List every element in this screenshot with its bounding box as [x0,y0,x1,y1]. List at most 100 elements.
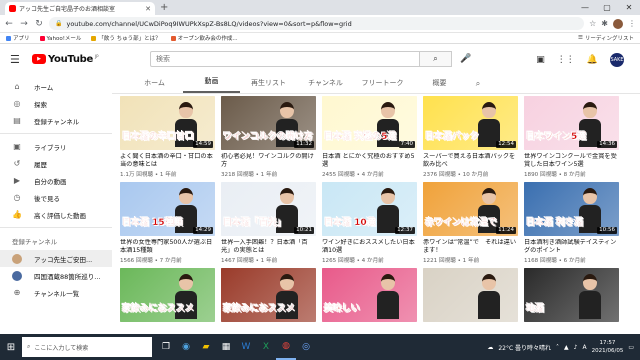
sidebar-item-history[interactable]: ↺ 履歴 [0,155,112,172]
reload-icon[interactable]: ↻ [34,19,44,29]
clock[interactable]: 17:57 2021/06/05 [592,339,624,355]
weather-text[interactable]: 22°C 曇り時々晴れ [498,343,551,352]
store-icon[interactable]: ▦ [216,334,236,360]
taskbar-search[interactable]: ⌕ ここに入力して検索 [22,337,152,357]
tab-channels[interactable]: チャンネル [297,78,354,93]
video-thumbnail[interactable]: 日本酒 15種類 14:29 [120,182,215,236]
video-title[interactable]: 世界一入手困難！？日本酒「百光」の実態とは [221,239,316,255]
video-thumbnail[interactable]: 日本酒パック 12:54 [423,96,518,150]
task-view-icon[interactable]: ❐ [156,334,176,360]
video-card[interactable]: ワインコルクの開け方 11:32 初心者必見！ワインコルクの開け方 3218 回視聴 … [221,96,316,178]
weather-icon[interactable]: ☁ [487,344,493,351]
video-card[interactable] [423,268,518,322]
youtube-logo[interactable]: ▶ YouTube JP [32,54,99,65]
lock-icon[interactable]: 🔒 [55,20,62,27]
maximize-icon[interactable]: ▢ [596,0,618,15]
video-card[interactable]: 日本酒 15種類 14:29 世界の女性専門家500人が選ぶ日本酒15種類 1566 … [120,182,215,264]
video-card[interactable]: 家飲みにおススメ [221,268,316,322]
reading-list[interactable]: ☰ リーディングリスト [578,34,634,42]
video-card[interactable]: 日本酒 利き酒 10:56 日本酒利き酒師試験テイスティングのポイント 1168 回視… [524,182,619,264]
new-tab-icon[interactable]: + [160,2,168,13]
tab-videos[interactable]: 動画 [183,76,240,93]
video-title[interactable]: 世界ワインコンクールで金賞を受賞した日本ワイン5選 [524,153,619,169]
forward-icon[interactable]: → [19,19,29,29]
bookmark-drink[interactable]: 「飲う ちゅう部」とは？ [91,34,161,42]
account-avatar[interactable]: SAKE [610,53,624,67]
sidebar-item-watch-later[interactable]: ◷ 後で見る [0,189,112,206]
close-tab-icon[interactable]: ✕ [145,5,151,13]
zoom-icon[interactable]: ◎ [296,334,316,360]
video-card[interactable]: 日本酒 究極の5選 7:40 日本酒 とにかく究極のおすすめ5選 2455 回視聴 •… [322,96,417,178]
notifications-bell-icon[interactable]: 🔔 [587,55,598,65]
video-card[interactable]: 地酒 [524,268,619,322]
search-icon[interactable]: ⌕ [420,51,452,67]
apps-grid-icon[interactable]: ⋮⋮ [557,55,575,65]
hamburger-menu-icon[interactable]: ☰ [10,53,26,66]
video-thumbnail[interactable]: 赤ワインは常温で 11:24 [423,182,518,236]
video-card[interactable]: 日本ワイン5選 14:36 世界ワインコンクールで金賞を受賞した日本ワイン5選 189… [524,96,619,178]
sidebar-item-liked[interactable]: 👍 高く評価した動画 [0,206,112,223]
video-thumbnail[interactable]: 日本酒「百光」 10:21 [221,182,316,236]
sidebar-item-channel-list[interactable]: ⊕ チャンネル一覧 [0,284,112,301]
tab-about[interactable]: 概要 [411,78,468,93]
browser-tab[interactable]: アッコ先生ご自宅晶子のお酒相談室 ✕ [5,2,155,15]
chrome-icon[interactable]: ◍ [276,334,296,360]
video-thumbnail[interactable]: 美味しい [322,268,417,322]
back-icon[interactable]: ← [4,19,14,29]
word-icon[interactable]: W [236,334,256,360]
sidebar-item-library[interactable]: ▣ ライブラリ [0,138,112,155]
volume-icon[interactable]: ♪ [574,344,578,351]
ime-icon[interactable]: A [583,344,587,351]
edge-icon[interactable]: ◉ [176,334,196,360]
video-title[interactable]: スーパーで買える日本酒パックを飲み比べ [423,153,518,169]
video-title[interactable]: 日本酒 とにかく究極のおすすめ5選 [322,153,417,169]
video-thumbnail[interactable]: 家飲みにおススメ [221,268,316,322]
sidebar-item-my-videos[interactable]: ▶ 自分の動画 [0,172,112,189]
video-card[interactable]: 赤ワインは常温で 11:24 赤ワインは”常温”で それは違います！ 1221 回視聴… [423,182,518,264]
video-thumbnail[interactable] [423,268,518,322]
sidebar-channel-shikoku[interactable]: 四国酒蔵88箇所巡り... [0,267,112,284]
bookmark-apps[interactable]: アプリ [6,34,30,42]
video-title[interactable]: 赤ワインは”常温”で それは違います！ [423,239,518,255]
menu-dots-icon[interactable]: ⋮ [628,19,636,28]
sidebar-item-explore[interactable]: ◎ 探索 [0,95,112,112]
video-card[interactable]: 日本酒の辛口甘口 14:59 よく聞く日本酒の辛口・甘口の本当の意味とは 1.1万 回… [120,96,215,178]
close-window-icon[interactable]: ✕ [618,0,640,15]
microphone-icon[interactable]: 🎤 [460,54,471,64]
video-card[interactable]: 日本酒パック 12:54 スーパーで買える日本酒パックを飲み比べ 2376 回視聴 •… [423,96,518,178]
video-thumbnail[interactable]: 地酒 [524,268,619,322]
create-video-icon[interactable]: ▣ [536,55,545,65]
video-thumbnail[interactable]: 日本酒 利き酒 10:56 [524,182,619,236]
video-title[interactable]: 日本酒利き酒師試験テイスティングのポイント [524,239,619,255]
sidebar-item-subscriptions[interactable]: ▤ 登録チャンネル [0,112,112,129]
profile-avatar[interactable] [613,18,623,29]
video-card[interactable]: 美味しい [322,268,417,322]
sidebar-item-home[interactable]: ⌂ ホーム [0,78,112,95]
minimize-icon[interactable]: — [574,0,596,15]
network-icon[interactable]: ▲ [564,344,569,351]
video-thumbnail[interactable]: 日本ワイン5選 14:36 [524,96,619,150]
video-title[interactable]: よく聞く日本酒の辛口・甘口の本当の意味とは [120,153,215,169]
video-thumbnail[interactable]: 日本酒 10選 12:37 [322,182,417,236]
video-thumbnail[interactable]: 日本酒 究極の5選 7:40 [322,96,417,150]
bookmark-yahoo-mail[interactable]: Yahoo!メール [39,34,81,42]
video-thumbnail[interactable]: ワインコルクの開け方 11:32 [221,96,316,150]
tray-arrow-icon[interactable]: ˄ [556,344,559,351]
windows-start-icon[interactable]: ⊞ [0,334,22,360]
tab-home[interactable]: ホーム [126,78,183,93]
bookmark-meeting[interactable]: オープン飲み会の作成... [170,34,238,42]
omnibox[interactable]: 🔒 youtube.com/channel/UCwDiPoq9IWUPkXspZ… [49,17,585,30]
excel-icon[interactable]: X [256,334,276,360]
video-title[interactable]: ワイン好きにおススメしたい日本酒10選 [322,239,417,255]
notifications-icon[interactable]: ▭ [628,344,634,351]
search-input[interactable] [150,51,420,67]
video-title[interactable]: 初心者必見！ワインコルクの開け方 [221,153,316,169]
video-title[interactable]: 世界の女性専門家500人が選ぶ日本酒15種類 [120,239,215,255]
star-icon[interactable]: ☆ [589,19,596,28]
video-card[interactable]: 日本酒 10選 12:37 ワイン好きにおススメしたい日本酒10選 1265 回視聴 … [322,182,417,264]
video-card[interactable]: 家飲みにおススメ [120,268,215,322]
video-thumbnail[interactable]: 家飲みにおススメ [120,268,215,322]
sidebar-channel-akko[interactable]: アッコ先生ご安田... [0,250,112,267]
channel-search-icon[interactable]: ⌕ [468,79,488,93]
video-thumbnail[interactable]: 日本酒の辛口甘口 14:59 [120,96,215,150]
